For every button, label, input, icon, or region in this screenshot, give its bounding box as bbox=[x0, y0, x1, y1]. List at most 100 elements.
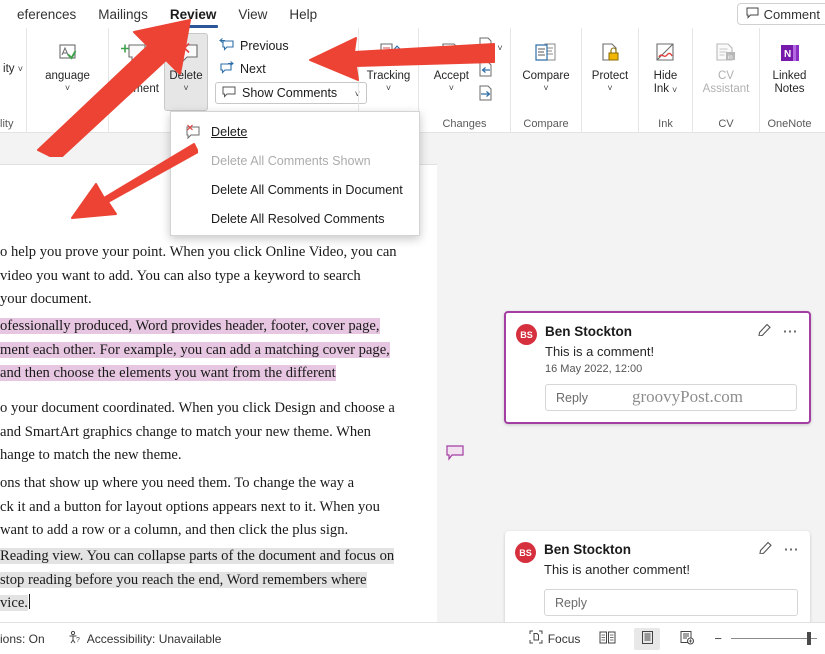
show-comments-button[interactable]: Show Comments ˅ bbox=[215, 82, 367, 104]
document-paragraph-2-commented[interactable]: ofessionally produced, Word provides hea… bbox=[0, 315, 437, 386]
zoom-slider[interactable]: − bbox=[714, 631, 817, 646]
menu-item-delete-all-shown-label: Delete All Comments Shown bbox=[211, 153, 371, 168]
previous-comment-button[interactable]: Previous bbox=[215, 35, 367, 56]
hide-ink-icon bbox=[652, 38, 680, 70]
tab-mailings[interactable]: Mailings bbox=[87, 1, 159, 28]
ribbon-group-protect: Protect ˅ bbox=[581, 28, 638, 133]
next-change-icon bbox=[476, 85, 495, 106]
cv-assistant-button[interactable]: in CV Assistant bbox=[695, 33, 758, 97]
chevron-down-icon[interactable]: ˅ bbox=[607, 84, 612, 93]
zoom-slider-track[interactable] bbox=[731, 632, 817, 645]
comments-button[interactable]: Comment bbox=[736, 3, 825, 25]
linked-notes-button[interactable]: N Linked Notes bbox=[762, 33, 818, 97]
chevron-down-icon[interactable]: ˅ bbox=[183, 84, 188, 93]
next-change-button[interactable] bbox=[476, 84, 502, 107]
previous-comment-label: Previous bbox=[240, 38, 289, 53]
chevron-down-icon[interactable]: ˅ bbox=[449, 84, 454, 93]
menu-item-delete-all-resolved[interactable]: Delete All Resolved Comments bbox=[171, 204, 419, 233]
comment-card-1[interactable]: BS Ben Stockton This is a comment! 16 Ma… bbox=[504, 311, 811, 424]
tab-help[interactable]: Help bbox=[278, 1, 328, 28]
next-comment-button[interactable]: Next bbox=[215, 58, 367, 79]
menu-item-delete-all-in-document[interactable]: Delete All Comments in Document bbox=[171, 175, 419, 204]
comment-more-options-icon[interactable]: ⋯ bbox=[784, 542, 801, 557]
print-layout-button[interactable] bbox=[634, 627, 661, 650]
menu-item-delete-all-in-document-label: Delete All Comments in Document bbox=[211, 182, 403, 197]
chevron-down-icon[interactable]: ˅ bbox=[18, 64, 23, 74]
document-paragraph-5-commented[interactable]: Reading view. You can collapse parts of … bbox=[0, 545, 437, 616]
comment-reply-box-2[interactable]: Reply bbox=[544, 589, 798, 616]
cv-assistant-label-1: CV bbox=[718, 70, 734, 82]
hide-ink-label-2: Ink bbox=[653, 83, 670, 95]
delete-comment-button[interactable]: Delete ˅ bbox=[164, 33, 208, 111]
edit-comment-icon[interactable] bbox=[757, 322, 772, 341]
doc-line: want to add a row or a column, and then … bbox=[0, 522, 349, 538]
accept-change-label: Accept bbox=[433, 70, 469, 82]
accessibility-icon: ? bbox=[67, 630, 82, 648]
comment-reply-box-1[interactable]: Reply groovyPost.com bbox=[545, 384, 797, 411]
accept-change-icon bbox=[437, 38, 465, 70]
comment-anchor-1[interactable] bbox=[446, 445, 465, 461]
cv-assistant-label-2: Assistant bbox=[702, 83, 750, 95]
ribbon-group-label-ink: Ink bbox=[658, 118, 673, 130]
zoom-out-button[interactable]: − bbox=[714, 631, 722, 646]
delete-comment-icon bbox=[183, 124, 201, 139]
hide-ink-label-1: Hide bbox=[653, 70, 678, 82]
menu-item-delete[interactable]: Delete bbox=[171, 117, 419, 146]
cv-assistant-icon: in bbox=[712, 38, 740, 70]
accessibility-item-label[interactable]: ity bbox=[3, 63, 15, 75]
ribbon-group-label-accessibility: lity bbox=[0, 118, 14, 130]
doc-line-selected: stop reading before you reach the end, W… bbox=[0, 571, 367, 588]
menu-item-delete-label: Delete bbox=[211, 124, 248, 139]
read-mode-icon bbox=[599, 630, 616, 648]
tab-references[interactable]: eferences bbox=[6, 1, 87, 28]
document-paragraph-4[interactable]: ons that show up where you need them. To… bbox=[0, 472, 437, 543]
zoom-slider-thumb[interactable] bbox=[807, 632, 811, 645]
chevron-down-icon[interactable]: ˅ bbox=[497, 44, 502, 53]
comments-button-label: Comment bbox=[763, 6, 820, 22]
read-mode-button[interactable] bbox=[594, 628, 620, 650]
watermark: groovyPost.com bbox=[632, 387, 743, 406]
chevron-down-icon[interactable]: ˅ bbox=[672, 85, 677, 94]
doc-line-selected: vice. bbox=[0, 595, 28, 611]
show-comments-icon bbox=[222, 86, 236, 101]
accessibility-status[interactable]: ? Accessibility: Unavailable bbox=[67, 630, 221, 648]
document-paragraph-3[interactable]: o your document coordinated. When you cl… bbox=[0, 397, 437, 468]
protect-button[interactable]: Protect ˅ bbox=[584, 33, 636, 93]
ribbon-tab-strip: eferences Mailings Review View Help Comm… bbox=[0, 0, 825, 28]
svg-text:N: N bbox=[784, 49, 791, 60]
doc-line: and SmartArt graphics change to match yo… bbox=[0, 423, 371, 440]
previous-change-button[interactable] bbox=[476, 60, 502, 83]
document-paragraph-1[interactable]: o help you prove your point. When you cl… bbox=[0, 241, 437, 312]
next-comment-icon bbox=[219, 60, 235, 77]
hide-ink-button[interactable]: Hide Ink ˅ bbox=[641, 33, 691, 97]
doc-line-selected: Reading view. You can collapse parts of … bbox=[0, 548, 395, 564]
new-comment-button[interactable]: New Comment bbox=[104, 33, 164, 97]
reject-change-button[interactable]: ˅ bbox=[476, 36, 503, 59]
chevron-down-icon[interactable]: ˅ bbox=[65, 84, 70, 93]
accept-change-button[interactable]: Accept ˅ bbox=[426, 33, 476, 93]
ribbon-group-label-cv: CV bbox=[718, 118, 734, 130]
tab-view[interactable]: View bbox=[227, 1, 278, 28]
doc-line: video you want to add. You can also type… bbox=[0, 267, 361, 284]
compare-button[interactable]: Compare ˅ bbox=[515, 33, 577, 93]
comment-more-options-icon[interactable]: ⋯ bbox=[783, 324, 800, 339]
track-changes-status[interactable]: ions: On bbox=[0, 632, 45, 646]
doc-line-highlighted: and then choose the elements you want fr… bbox=[0, 365, 336, 381]
doc-line: ck it and a button for layout options ap… bbox=[0, 498, 380, 515]
tab-review[interactable]: Review bbox=[159, 1, 228, 28]
web-layout-button[interactable] bbox=[674, 628, 700, 650]
comment-card-2[interactable]: BS Ben Stockton This is another comment!… bbox=[505, 531, 810, 627]
focus-mode-button[interactable]: Focus bbox=[529, 630, 580, 647]
chevron-down-icon[interactable]: ˅ bbox=[543, 84, 548, 93]
tracking-button[interactable]: Tracking ˅ bbox=[361, 33, 417, 93]
compare-icon bbox=[532, 38, 560, 70]
comment-bubble-icon bbox=[746, 7, 759, 22]
protect-button-label: Protect bbox=[591, 70, 629, 82]
chevron-down-icon[interactable]: ˅ bbox=[386, 84, 391, 93]
word-window: eferences Mailings Review View Help Comm… bbox=[0, 0, 825, 654]
status-bar: ions: On ? Accessibility: Unavailable Fo… bbox=[0, 622, 825, 654]
language-button[interactable]: anguage ˅ bbox=[31, 33, 105, 93]
delete-dropdown-menu: Delete Delete All Comments Shown Delete … bbox=[170, 111, 420, 236]
edit-comment-icon[interactable] bbox=[758, 540, 773, 559]
onenote-icon: N bbox=[777, 38, 803, 70]
